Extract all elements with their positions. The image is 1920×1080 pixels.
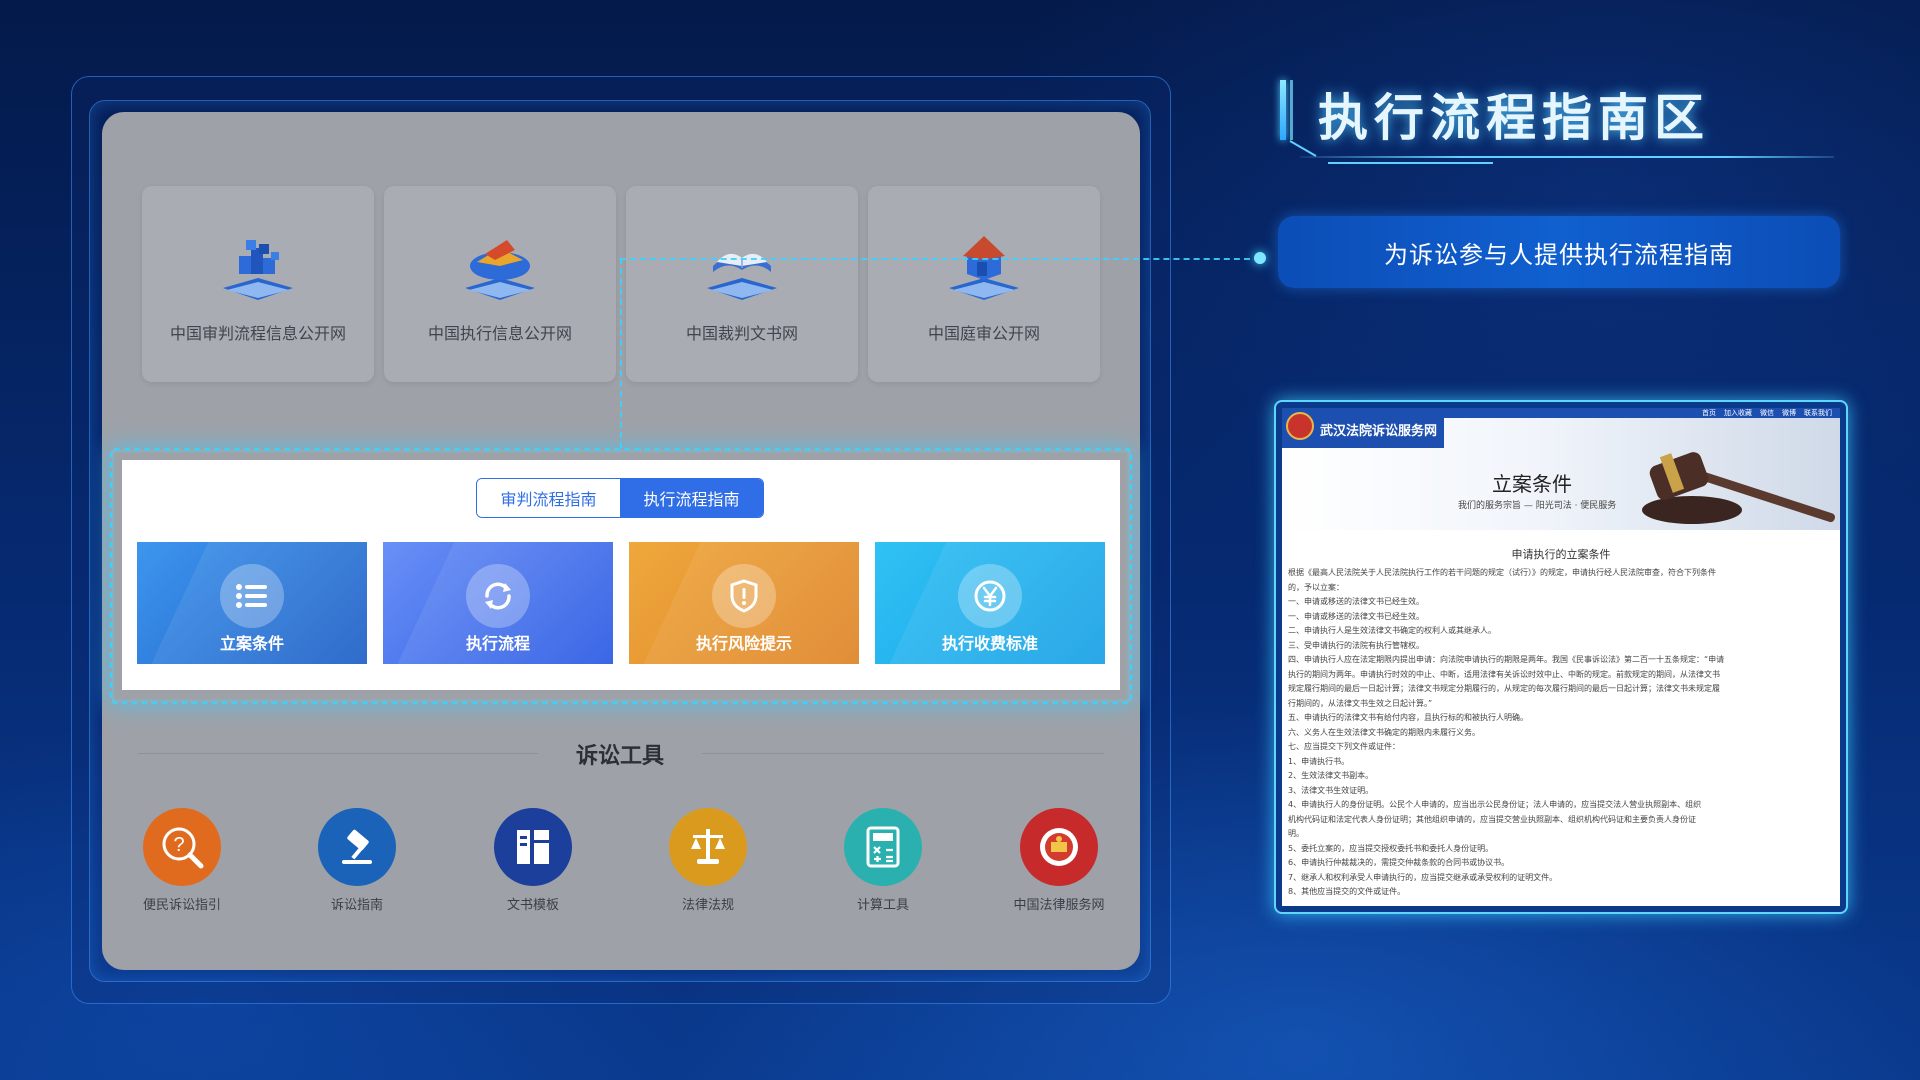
shield-alert-icon: [712, 564, 776, 628]
document-line: 一、申请或移送的法律文书已经生效。: [1288, 597, 1424, 606]
document-line: 4、申请执行人的身份证明。公民个人申请的，应当出示公民身份证；法人申请的，应当提…: [1288, 800, 1702, 809]
section-title: 执行流程指南区: [1318, 89, 1710, 147]
site-card-execution-info[interactable]: 中国执行信息公开网: [384, 186, 616, 382]
document-line: 一、申请或移送的法律文书已经生效。: [1288, 611, 1424, 621]
screenshot-site-name: 武汉法院诉讼服务网: [1320, 424, 1438, 439]
tool-label: 中国法律服务网: [1013, 898, 1105, 913]
title-underline-accent: [1328, 162, 1493, 164]
scales-icon: [669, 808, 747, 886]
document-line: 5、委托立案的，应当提交授权委托书和委托人身份证明。: [1288, 843, 1494, 853]
connector-dot: [1254, 252, 1266, 264]
tile-label: 立案条件: [219, 634, 284, 653]
tools-title: 诉讼工具: [575, 744, 664, 769]
tile-label: 执行流程: [465, 634, 530, 653]
guide-tabs: 审判流程指南 执行流程指南: [476, 478, 764, 518]
document-title: 申请执行的立案条件: [1511, 548, 1611, 561]
title-accent-bar-thin: [1290, 80, 1293, 140]
nav-wechat[interactable]: 微信: [1760, 408, 1774, 418]
site-card-label: 中国庭审公开网: [927, 324, 1040, 343]
tile-label: 执行风险提示: [695, 634, 792, 653]
refresh-icon: [466, 564, 530, 628]
blocks-3d-icon: [223, 240, 293, 300]
help-search-icon: ?: [143, 808, 221, 886]
nav-home[interactable]: 首页: [1702, 408, 1716, 418]
gavel-base: [1642, 496, 1742, 524]
site-card-judgment-docs[interactable]: 中国裁判文书网: [626, 186, 858, 382]
document-line: 七、应当提交下列文件或证件：: [1288, 742, 1400, 751]
tool-label: 法律法规: [681, 898, 734, 913]
site-card-label: 中国审判流程信息公开网: [169, 324, 346, 343]
tool-litigation-guide[interactable]: ? 便民诉讼指引: [107, 808, 257, 918]
connector-line-horizontal: [620, 258, 1260, 260]
tile-filing-conditions[interactable]: 立案条件: [137, 542, 367, 664]
emblem-icon: [1020, 808, 1098, 886]
document-line: 六、义务人在生效法律文书确定的期限内未履行义务。: [1288, 727, 1480, 737]
tile-label: 执行收费标准: [941, 634, 1038, 653]
site-card-label: 中国裁判文书网: [685, 324, 798, 343]
screenshot-logo-bar: 武汉法院诉讼服务网: [1282, 408, 1444, 448]
tool-document-templates[interactable]: 文书模板: [458, 808, 608, 918]
tile-execution-risk[interactable]: 执行风险提示: [629, 542, 859, 664]
nav-favorite[interactable]: 加入收藏: [1724, 408, 1752, 418]
document-line: 的，予以立案：: [1288, 582, 1344, 592]
tool-litigation-manual[interactable]: 诉讼指南: [282, 808, 432, 918]
document-line: 1、申请执行书。: [1288, 756, 1350, 766]
title-underline: [1300, 156, 1834, 158]
document-line: 四、申请执行人应在法定期限内提出申请：向法院申请执行的期限是两年。我国《民事诉讼…: [1288, 655, 1725, 664]
screenshot-preview: 立案条件 我们的服务宗旨 — 阳光司法 · 便民服务 首页 加入收藏 微信 微博…: [1282, 408, 1840, 906]
tools-divider-left: [138, 753, 538, 754]
subtitle-banner: 为诉讼参与人提供执行流程指南: [1278, 216, 1840, 288]
document-line: 三、受申请执行的法院有执行管辖权。: [1288, 640, 1424, 650]
calculator-icon: [844, 808, 922, 886]
nav-weibo[interactable]: 微博: [1782, 408, 1796, 418]
document-line: 执行的期间为两年。申请执行时效的中止、中断，适用法律有关诉讼时效中止、中断的规定…: [1288, 669, 1720, 679]
document-line: 根据《最高人民法院关于人民法院执行工作的若干问题的规定（试行）》的规定，申请执行…: [1288, 568, 1716, 577]
screenshot-banner-title: 立案条件: [1492, 472, 1572, 496]
document-line: 行期间的，从法律文书生效之日起计算。”: [1288, 698, 1433, 708]
document-line: 五、申请执行的法律文书有给付内容，且执行标的和被执行人明确。: [1288, 713, 1528, 722]
document-line: 6、申请执行仲裁裁决的，需提交仲裁条款的合同书或协议书。: [1288, 858, 1510, 867]
tool-legal-service-site[interactable]: 中国法律服务网: [984, 808, 1134, 918]
tab-trial-guide[interactable]: 审判流程指南: [477, 479, 620, 517]
document-line: 2、生效法律文书副本。: [1288, 771, 1374, 780]
title-underline-slant: [1289, 140, 1317, 157]
title-accent-bar: [1280, 80, 1286, 140]
tool-label: 计算工具: [856, 898, 909, 913]
document-line: 明。: [1288, 829, 1304, 838]
tile-execution-process[interactable]: 执行流程: [383, 542, 613, 664]
screenshot-nav: 首页 加入收藏 微信 微博 联系我们: [1702, 408, 1832, 418]
chart-3d-icon: [465, 240, 535, 300]
court-emblem-icon: [1286, 412, 1314, 440]
document-line: 机构代码证和法定代表人身份证明；其他组织申请的，应当提交营业执照副本、组织机构代…: [1288, 814, 1696, 824]
template-icon: [494, 808, 572, 886]
book-3d-icon: [707, 253, 777, 300]
site-card-court-hearing[interactable]: 中国庭审公开网: [868, 186, 1100, 382]
document-line: 3、法律文书生效证明。: [1288, 785, 1374, 795]
tool-label: 诉讼指南: [330, 898, 383, 913]
tool-label: 便民诉讼指引: [142, 898, 221, 913]
document-line: 8、其他应当提交的文件或证件。: [1288, 887, 1406, 896]
document-line: 规定履行期间的最后一日起计算；法律文书规定分期履行的，从规定的每次履行期间的最后…: [1288, 684, 1720, 693]
gavel-icon: [318, 808, 396, 886]
site-card-label: 中国执行信息公开网: [427, 324, 572, 343]
screenshot-banner-subtitle: 我们的服务宗旨 — 阳光司法 · 便民服务: [1458, 501, 1617, 511]
site-card-trial-process[interactable]: 中国审判流程信息公开网: [142, 186, 374, 382]
tool-label: 文书模板: [506, 898, 559, 913]
yen-icon: [958, 564, 1022, 628]
list-icon: [220, 564, 284, 628]
document-line: 7、继承人和权利承受人申请执行的，应当提交继承或承受权利的证明文件。: [1288, 872, 1558, 882]
tool-calculator[interactable]: 计算工具: [808, 808, 958, 918]
tools-divider-right: [702, 753, 1104, 754]
tool-laws-regulations[interactable]: 法律法规: [633, 808, 783, 918]
tile-execution-fees[interactable]: 执行收费标准: [875, 542, 1105, 664]
svg-text:?: ?: [173, 834, 184, 856]
document-body: 根据《最高人民法院关于人民法院执行工作的若干问题的规定（试行）》的规定，申请执行…: [1288, 566, 1834, 900]
tab-execution-guide[interactable]: 执行流程指南: [620, 479, 763, 517]
house-3d-icon: [949, 236, 1019, 300]
nav-contact[interactable]: 联系我们: [1804, 408, 1832, 418]
document-line: 二、申请执行人是生效法律文书确定的权利人或其继承人。: [1288, 626, 1496, 635]
connector-line-vertical: [620, 258, 622, 448]
